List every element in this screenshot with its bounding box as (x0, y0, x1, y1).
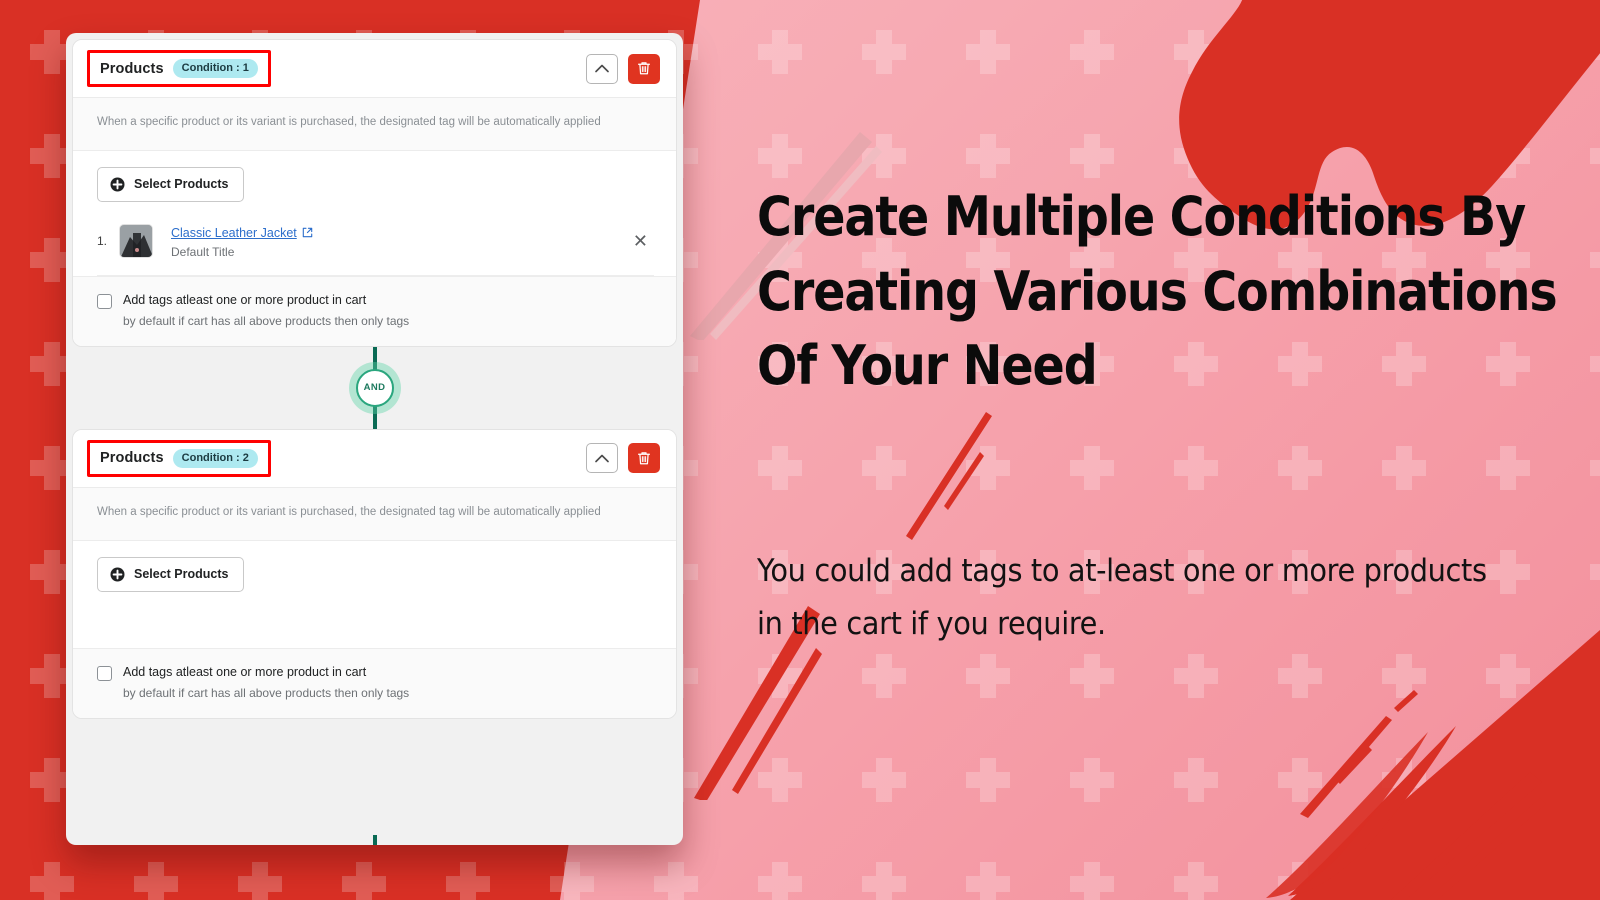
condition-1-badge: Condition : 1 (172, 59, 258, 78)
add-tags-sublabel-1: by default if cart has all above product… (123, 313, 410, 328)
condition-1-header: Products Condition : 1 (73, 40, 676, 98)
promo-subcopy: You could add tags to at-least one or mo… (757, 553, 1487, 643)
select-products-button-2[interactable]: Select Products (97, 556, 245, 592)
promo-copy: Create Multiple Conditions By Creating V… (757, 180, 1558, 404)
select-products-label-2: Select Products (134, 567, 229, 582)
condition-card-1: Products Condition : 1 When a specific p… (72, 39, 677, 347)
trash-icon (637, 452, 651, 465)
condition-1-footer: Add tags atleast one or more product in … (73, 275, 676, 346)
product-name-text: Classic Leather Jacket (171, 225, 297, 240)
condition-1-description: When a specific product or its variant i… (73, 98, 676, 151)
connector-line-bottom (372, 835, 377, 845)
collapse-button-2[interactable] (586, 443, 618, 474)
promotional-banner: Products Condition : 1 When a specific p… (0, 0, 1600, 900)
add-tags-checkbox-2[interactable] (97, 665, 112, 681)
condition-2-header: Products Condition : 2 (73, 429, 676, 488)
product-meta: Classic Leather Jacket Default Title (171, 224, 313, 259)
external-link-icon (302, 228, 313, 238)
add-tags-label-1: Add tags atleast one or more product in … (123, 292, 367, 307)
trash-icon (637, 62, 651, 75)
product-thumbnail (119, 224, 153, 259)
condition-card-2: Products Condition : 2 When a specific p… (72, 428, 677, 719)
condition-2-footer: Add tags atleast one or more product in … (73, 647, 676, 718)
delete-button-1[interactable] (628, 53, 660, 84)
condition-1-body: Select Products 1. Classic Leather Jacke… (73, 150, 676, 276)
red-slash-accent-2 (906, 412, 992, 540)
delete-button-2[interactable] (628, 443, 660, 474)
condition-1-title: Products (100, 60, 164, 77)
add-tags-checkbox-row-1[interactable]: Add tags atleast one or more product in … (97, 293, 654, 309)
add-tags-sublabel-2: by default if cart has all above product… (123, 685, 410, 700)
remove-product-button[interactable]: ✕ (633, 232, 654, 250)
product-name-link[interactable]: Classic Leather Jacket (171, 226, 313, 240)
chevron-up-icon (595, 64, 609, 73)
plus-circle-icon (110, 177, 125, 192)
condition-2-header-actions (586, 443, 660, 474)
condition-2-badge: Condition : 2 (172, 448, 258, 468)
product-variant: Default Title (171, 244, 235, 259)
collapse-button-1[interactable] (586, 53, 618, 84)
condition-2-title: Products (100, 450, 164, 467)
product-row: 1. Classic Leather Jacket Default Title … (97, 210, 654, 276)
condition-2-title-annotation: Products Condition : 2 (87, 439, 271, 477)
add-tags-checkbox-row-2[interactable]: Add tags atleast one or more product in … (97, 665, 654, 681)
and-operator-node[interactable]: AND (355, 368, 394, 407)
product-index: 1. (97, 234, 108, 249)
condition-1-header-actions (586, 53, 660, 84)
add-tags-label-2: Add tags atleast one or more product in … (123, 664, 367, 679)
select-products-label-1: Select Products (134, 177, 229, 192)
plus-circle-icon (110, 567, 125, 582)
condition-2-body: Select Products (73, 540, 676, 648)
condition-2-description: When a specific product or its variant i… (73, 487, 676, 541)
add-tags-checkbox-1[interactable] (97, 293, 112, 309)
promo-headline: Create Multiple Conditions By Creating V… (757, 185, 1558, 398)
and-operator-label: AND (363, 382, 386, 394)
app-screenshot-card: Products Condition : 1 When a specific p… (66, 33, 683, 845)
chevron-up-icon (595, 454, 609, 463)
condition-1-title-annotation: Products Condition : 1 (87, 50, 271, 87)
condition-connector: AND (66, 346, 683, 429)
red-slash-accent-4 (1390, 772, 1546, 900)
select-products-button-1[interactable]: Select Products (97, 166, 245, 202)
